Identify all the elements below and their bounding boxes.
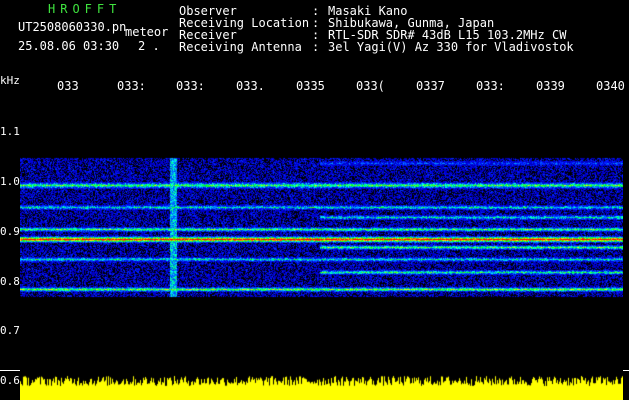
time-tick: 0337 <box>416 79 445 93</box>
time-tick: 0335 <box>296 79 325 93</box>
freq-unit-label: kHz <box>0 74 20 87</box>
time-tick: 0339 <box>536 79 565 93</box>
time-tick: 033 <box>57 79 79 93</box>
freq-label: 0.7 <box>0 324 20 337</box>
freq-label: 0.6 <box>0 374 20 387</box>
signal-histogram <box>20 370 623 400</box>
meta-label-antenna: Receiving Antenna <box>179 40 302 54</box>
spectrogram <box>20 97 623 370</box>
freq-label: 0.9 <box>0 225 20 238</box>
meta-value-antenna: 3el Yagi(V) Az 330 for Vladivostok <box>328 40 574 54</box>
time-tick: 033: <box>117 79 146 93</box>
freq-label: 1.1 <box>0 125 20 138</box>
time-tick: 033( <box>356 79 385 93</box>
freq-label: 1.0 <box>0 175 20 188</box>
file-name: UT2508060330.pn <box>18 20 127 34</box>
time-tick: 033. <box>236 79 265 93</box>
app-logo: HROFFT <box>48 2 122 16</box>
time-tick: 033: <box>176 79 205 93</box>
time-tick: 033: <box>476 79 505 93</box>
meteor-count: 2 . <box>138 39 160 53</box>
date-time: 25.08.06 03:30 <box>18 39 120 53</box>
time-tick: 0340 <box>596 79 625 93</box>
meteor-tag: meteor <box>125 25 169 39</box>
freq-label: 0.8 <box>0 275 20 288</box>
meta-colon: : <box>312 40 320 54</box>
